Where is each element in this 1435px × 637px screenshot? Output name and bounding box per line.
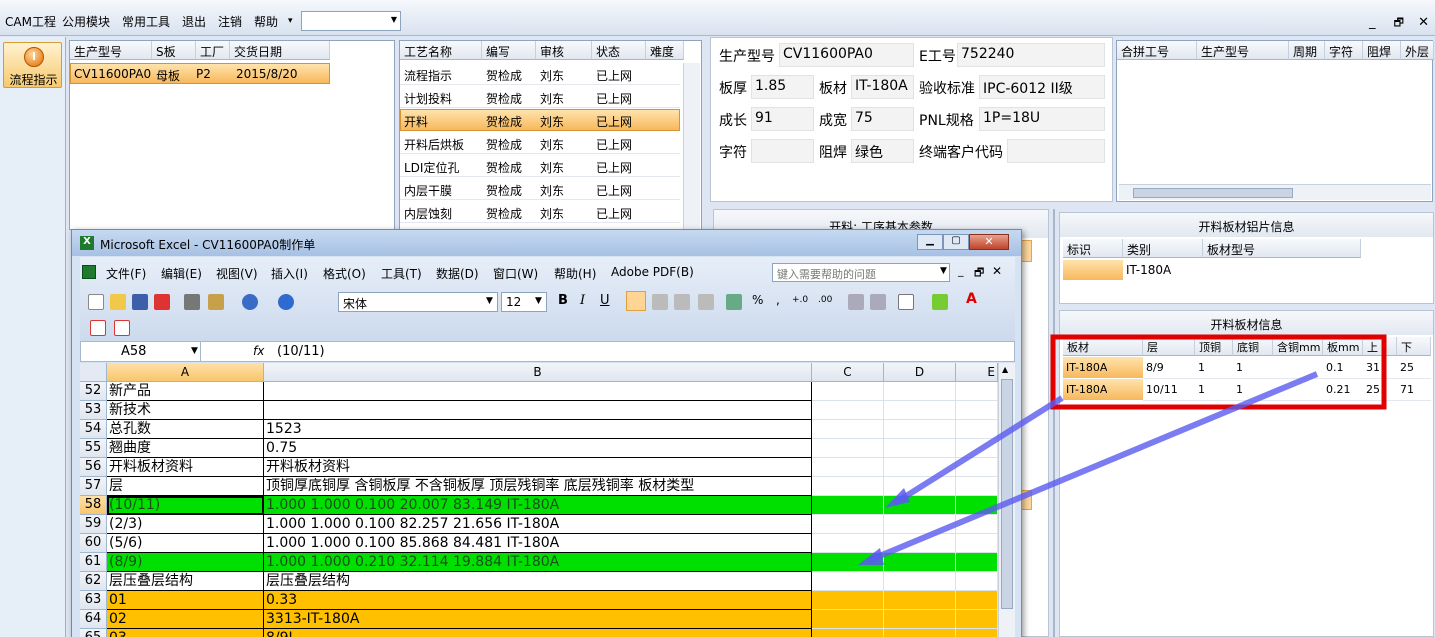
highlight-box: [1050, 334, 1387, 410]
annotation-overlay: [858, 334, 1387, 565]
annotation-arrow: [893, 395, 1064, 506]
arrowhead-icon: [885, 488, 910, 508]
arrowhead-icon: [858, 548, 884, 565]
annotation-arrow: [868, 371, 1319, 563]
